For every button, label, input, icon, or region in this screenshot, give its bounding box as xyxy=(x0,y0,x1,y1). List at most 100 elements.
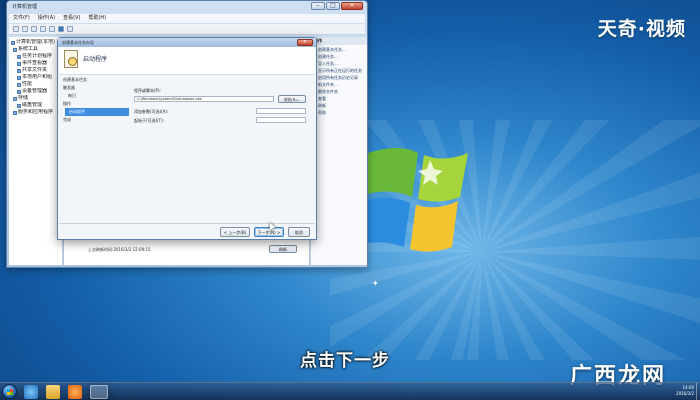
action-item[interactable]: 创建基本任务... xyxy=(311,46,367,53)
tree-item-label: 系统工具 xyxy=(18,46,39,52)
action-item[interactable]: 显示所有正在运行的任务 xyxy=(311,67,367,74)
wizard-step: 操作 xyxy=(63,101,71,106)
device-manager-icon xyxy=(17,89,21,94)
video-watermark: 天奇·视频 xyxy=(597,18,686,40)
minimize-button[interactable]: – xyxy=(311,2,325,10)
action-item[interactable]: 删除文件夹 xyxy=(311,88,367,95)
actions-pane: 操作 创建基本任务... 创建任务... 导入任务... 显示所有正在运行的任务… xyxy=(310,37,367,265)
computer-management-taskbar-icon[interactable] xyxy=(90,385,108,399)
menu-view[interactable]: 查看(V) xyxy=(63,14,80,23)
tree-item-label: 磁盘管理 xyxy=(22,102,43,108)
wizard-header: 启动程序 xyxy=(59,47,315,75)
tree-item-label: 计算机管理(本地) xyxy=(16,39,55,45)
wizard-step: 创建基本任务 xyxy=(63,77,87,82)
action-item[interactable]: 创建任务... xyxy=(311,53,367,60)
tools-icon xyxy=(13,47,17,52)
cancel-button[interactable]: 取消 xyxy=(288,227,310,237)
action-item[interactable]: 帮助 xyxy=(311,109,367,116)
back-icon[interactable] xyxy=(13,26,19,32)
navigation-tree: 计算机管理(本地) 系统工具 任务计划程序 事件查看器 共享文件夹 本地用户和组… xyxy=(9,37,63,265)
tree-item[interactable]: 任务计划程序 xyxy=(11,53,60,60)
taskbar: 14:00 2016/3/2 xyxy=(0,382,700,400)
tree-item[interactable]: 事件查看器 xyxy=(11,60,60,67)
users-icon xyxy=(17,75,21,80)
task-scheduler-icon xyxy=(17,54,21,59)
performance-icon xyxy=(17,82,21,87)
start-in-label: 起始于(可选)(T): xyxy=(134,118,165,123)
menu-bar: 文件(F) 操作(A) 查看(V) 帮助(H) xyxy=(9,14,365,23)
wizard-steps: 创建基本任务 触发器 每日 操作 启动程序 完成 xyxy=(59,76,129,236)
tree-item[interactable]: 系统工具 xyxy=(11,46,60,53)
actions-header: 操作 xyxy=(311,37,367,45)
maximize-button[interactable]: □ xyxy=(326,2,340,10)
video-subtitle: 点击下一步 xyxy=(300,351,390,371)
menu-action[interactable]: 操作(A) xyxy=(38,14,55,23)
start-button[interactable] xyxy=(2,384,17,399)
action-item[interactable]: 启用所有任务历史记录 xyxy=(311,74,367,81)
tree-item[interactable]: 计算机管理(本地) xyxy=(11,39,60,46)
file-explorer-icon[interactable] xyxy=(46,385,60,399)
menu-help[interactable]: 帮助(H) xyxy=(88,14,106,23)
shared-folder-icon xyxy=(17,68,21,73)
tree-item-label: 设备管理器 xyxy=(22,88,48,94)
wizard-close-button[interactable]: × xyxy=(297,39,313,46)
wizard-step-current: 启动程序 xyxy=(65,108,129,116)
tree-item-label: 本地用户和组 xyxy=(22,74,53,80)
windows-logo-wallpaper xyxy=(360,148,468,252)
tree-item[interactable]: 服务和应用程序 xyxy=(11,109,60,116)
back-button[interactable]: < 上一步(B) xyxy=(220,227,250,237)
wizard-page-title: 启动程序 xyxy=(83,56,108,63)
start-in-input[interactable] xyxy=(256,117,306,123)
program-label: 程序或脚本(P): xyxy=(134,88,161,93)
system-clock[interactable]: 14:00 2016/3/2 xyxy=(676,385,694,397)
close-button[interactable]: × xyxy=(341,2,363,10)
internet-explorer-icon[interactable] xyxy=(24,385,38,399)
tree-item[interactable]: 存储 xyxy=(11,95,60,102)
wizard-title: 创建基本任务向导 xyxy=(58,38,316,47)
tree-item-label: 共享文件夹 xyxy=(22,67,48,73)
event-viewer-icon xyxy=(17,61,21,66)
last-refresh-text: 上次刷新时间:2016/3/2 12:09:15 xyxy=(88,247,151,252)
menu-file[interactable]: 文件(F) xyxy=(13,14,30,23)
disk-management-icon xyxy=(17,103,21,108)
tree-item-label: 事件查看器 xyxy=(22,60,48,66)
create-basic-task-wizard: 创建基本任务向导 × 启动程序 创建基本任务 触发器 每日 操作 启动程序 完成… xyxy=(57,37,317,240)
task-icon xyxy=(64,50,78,68)
tree-item[interactable]: 磁盘管理 xyxy=(11,102,60,109)
tree-item[interactable]: 共享文件夹 xyxy=(11,67,60,74)
wizard-step: 触发器 xyxy=(63,85,75,90)
action-item[interactable]: 新文件夹... xyxy=(311,81,367,88)
storage-icon xyxy=(13,96,17,101)
wizard-step: 完成 xyxy=(63,117,71,122)
properties-icon[interactable] xyxy=(49,26,55,32)
tree-item-label: 服务和应用程序 xyxy=(18,109,54,115)
export-icon[interactable] xyxy=(67,26,73,32)
wizard-form: 程序或脚本(P): C:\Windows\System32\shutdown.e… xyxy=(134,86,312,125)
tree-item[interactable]: 性能 xyxy=(11,81,60,88)
show-desktop-button[interactable] xyxy=(696,383,700,400)
tree-item-label: 性能 xyxy=(22,81,33,87)
arguments-input[interactable] xyxy=(256,108,306,114)
services-icon xyxy=(13,110,17,115)
browse-button[interactable]: 浏览(R)... xyxy=(278,95,306,103)
program-path-input[interactable]: C:\Windows\System32\shutdown.exe xyxy=(134,96,274,102)
action-item[interactable]: 导入任务... xyxy=(311,60,367,67)
arguments-label: 添加参数(可选)(A): xyxy=(134,109,169,114)
tree-item-label: 存储 xyxy=(18,95,29,101)
clock-date: 2016/3/2 xyxy=(676,391,694,396)
sparkle-icon: ✦ xyxy=(372,279,379,288)
toolbar xyxy=(9,24,365,35)
show-hide-tree-icon[interactable] xyxy=(40,26,46,32)
wizard-step: 每日 xyxy=(68,93,76,98)
up-icon[interactable] xyxy=(31,26,37,32)
divider xyxy=(59,223,315,224)
tree-item-label: 任务计划程序 xyxy=(22,53,53,59)
tree-item[interactable]: 本地用户和组 xyxy=(11,74,60,81)
refresh-button[interactable]: 刷新 xyxy=(269,245,297,253)
action-item[interactable]: 刷新 xyxy=(311,102,367,109)
action-item[interactable]: 查看 xyxy=(311,95,367,102)
help-icon[interactable] xyxy=(58,26,64,32)
forward-icon[interactable] xyxy=(22,26,28,32)
media-player-icon[interactable] xyxy=(68,385,82,399)
tree-item[interactable]: 设备管理器 xyxy=(11,88,60,95)
